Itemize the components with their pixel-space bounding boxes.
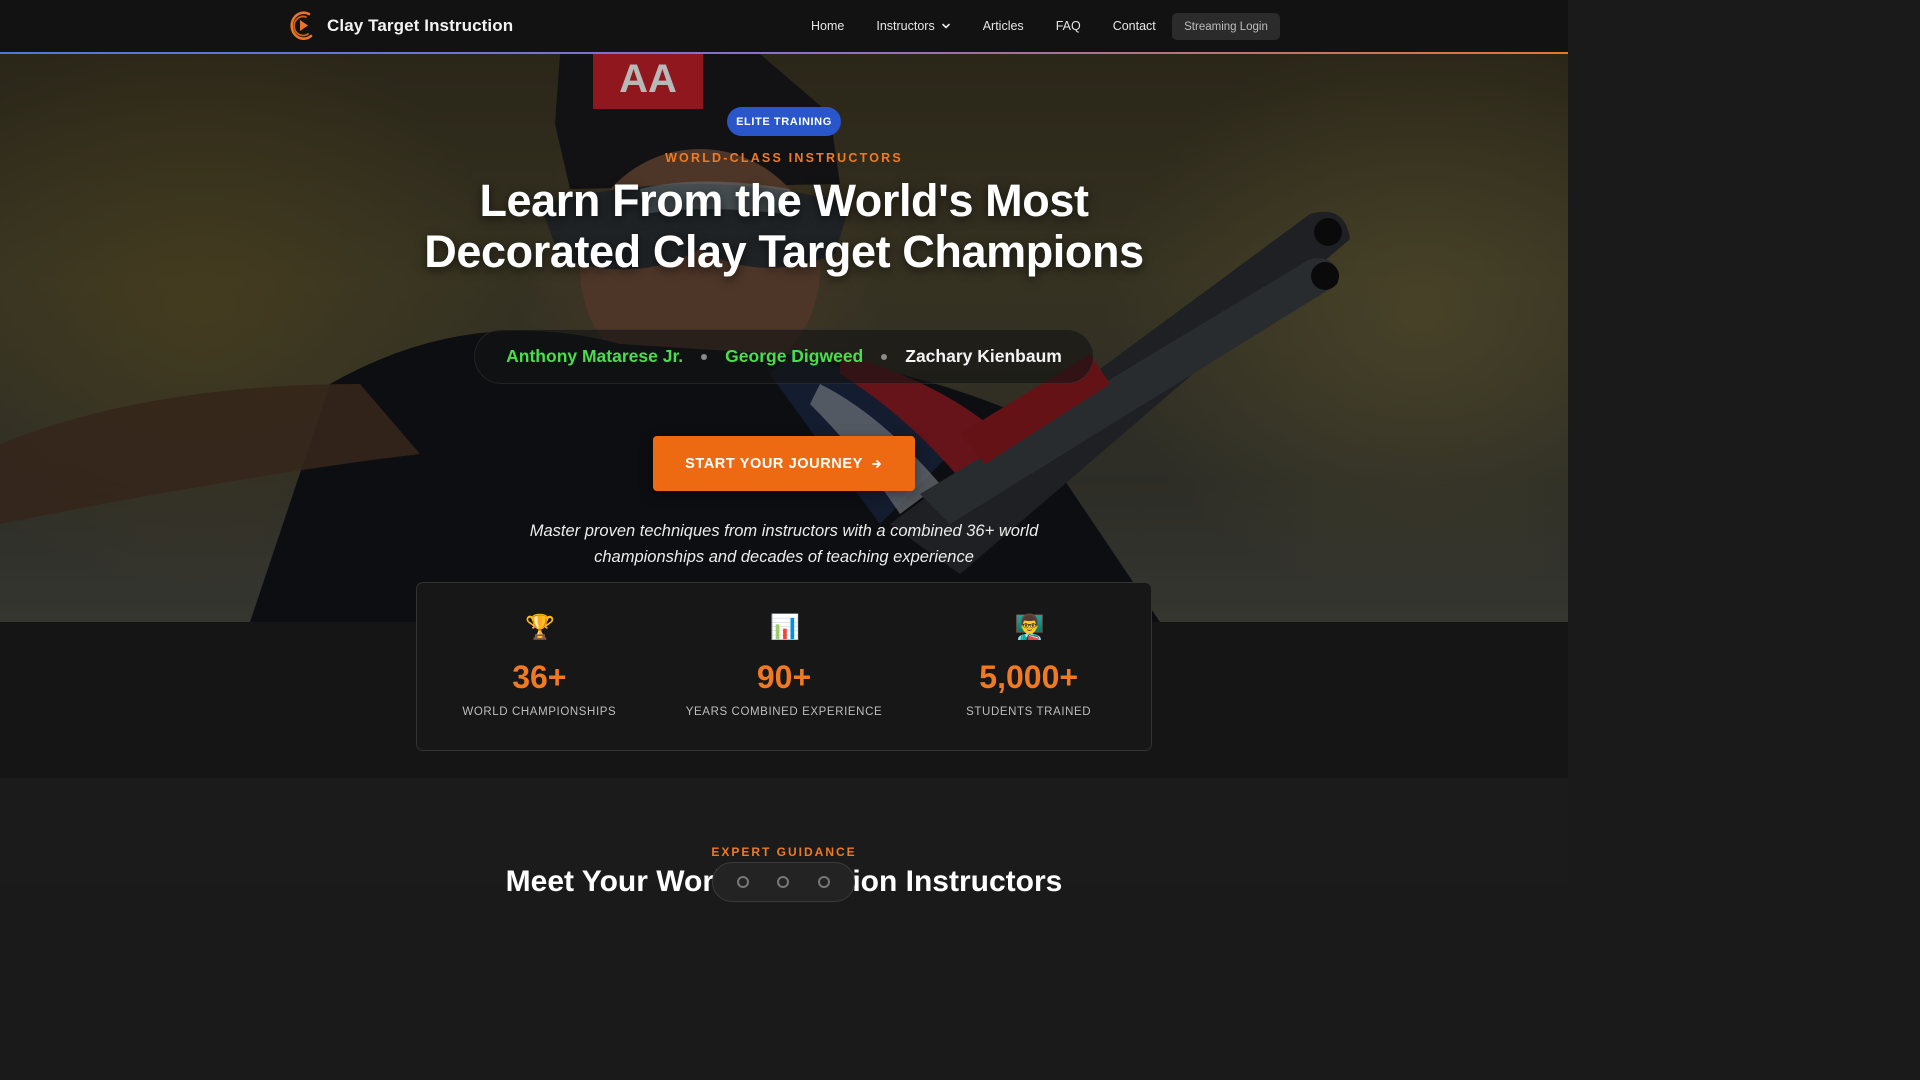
- nav-link-label: Articles: [982, 19, 1024, 33]
- nav-link-label: FAQ: [1055, 19, 1081, 33]
- stat-value: 36+: [512, 659, 567, 695]
- cta-label: START YOUR JOURNEY: [685, 455, 863, 472]
- control-icon[interactable]: [777, 876, 790, 888]
- stat-value: 90+: [756, 659, 812, 695]
- nav-links: Home Instructors Articles FAQ Contact: [795, 0, 1172, 52]
- stat-label: WORLD CHAMPIONSHIPS: [462, 706, 617, 718]
- elite-training-badge: ELITE TRAINING: [727, 107, 841, 136]
- separator-dot: [701, 353, 708, 360]
- hero-section: AA ELITE TRAINING WORLD-CLASS INSTRUCTOR…: [0, 54, 1568, 622]
- stat-world-championships: 🏆 36+ WORLD CHAMPIONSHIPS: [417, 583, 662, 750]
- logo-icon: [289, 10, 317, 42]
- hero-headline: Learn From the World's Most Decorated Cl…: [284, 175, 1284, 277]
- instructor-name: George Digweed: [725, 346, 864, 366]
- bar-chart-icon: 📊: [770, 614, 800, 641]
- nav-link-instructors[interactable]: Instructors: [860, 19, 966, 33]
- nav-link-articles[interactable]: Articles: [967, 19, 1040, 33]
- headline-line-2: Decorated Clay Target Champions: [424, 226, 1144, 277]
- control-icon[interactable]: [817, 876, 830, 888]
- chevron-down-icon: [941, 23, 950, 29]
- section-eyebrow: EXPERT GUIDANCE: [711, 845, 857, 859]
- nav-link-label: Contact: [1112, 19, 1156, 33]
- stat-years-experience: 📊 90+ YEARS COMBINED EXPERIENCE: [662, 583, 907, 750]
- brand-name: Clay Target Instruction: [327, 16, 514, 35]
- control-icon[interactable]: [737, 876, 750, 888]
- arrow-right-icon: [872, 459, 881, 468]
- brand-link[interactable]: Clay Target Instruction: [289, 10, 513, 42]
- stats-card: 🏆 36+ WORLD CHAMPIONSHIPS 📊 90+ YEARS CO…: [416, 582, 1152, 751]
- separator-dot: [881, 353, 888, 360]
- stat-value: 5,000+: [979, 659, 1079, 695]
- hero-tagline: Master proven techniques from instructor…: [529, 522, 1039, 566]
- nav-link-label: Home: [811, 19, 845, 33]
- headline-line-1: Learn From the World's Most: [479, 175, 1089, 226]
- nav-link-label: Instructors: [876, 19, 935, 33]
- stat-label: YEARS COMBINED EXPERIENCE: [685, 706, 883, 718]
- stat-students-trained: 👨‍🏫 5,000+ STUDENTS TRAINED: [906, 583, 1151, 750]
- top-navigation: Clay Target Instruction Home Instructors…: [0, 0, 1568, 54]
- streaming-login-button[interactable]: Streaming Login: [1172, 13, 1280, 40]
- nav-link-contact[interactable]: Contact: [1097, 19, 1172, 33]
- trophy-icon: 🏆: [525, 614, 556, 641]
- floating-media-controls[interactable]: [712, 862, 855, 902]
- teacher-icon: 👨‍🏫: [1014, 614, 1045, 641]
- instructor-name: Zachary Kienbaum: [905, 346, 1062, 366]
- instructor-name: Anthony Matarese Jr.: [506, 346, 684, 366]
- nav-link-faq[interactable]: FAQ: [1040, 19, 1097, 33]
- nav-link-home[interactable]: Home: [795, 19, 860, 33]
- instructor-names-pill: Anthony Matarese Jr. George Digweed Zach…: [474, 329, 1094, 384]
- stat-label: STUDENTS TRAINED: [966, 706, 1092, 718]
- start-journey-button[interactable]: START YOUR JOURNEY: [653, 436, 915, 491]
- hero-eyebrow: WORLD-CLASS INSTRUCTORS: [665, 151, 903, 165]
